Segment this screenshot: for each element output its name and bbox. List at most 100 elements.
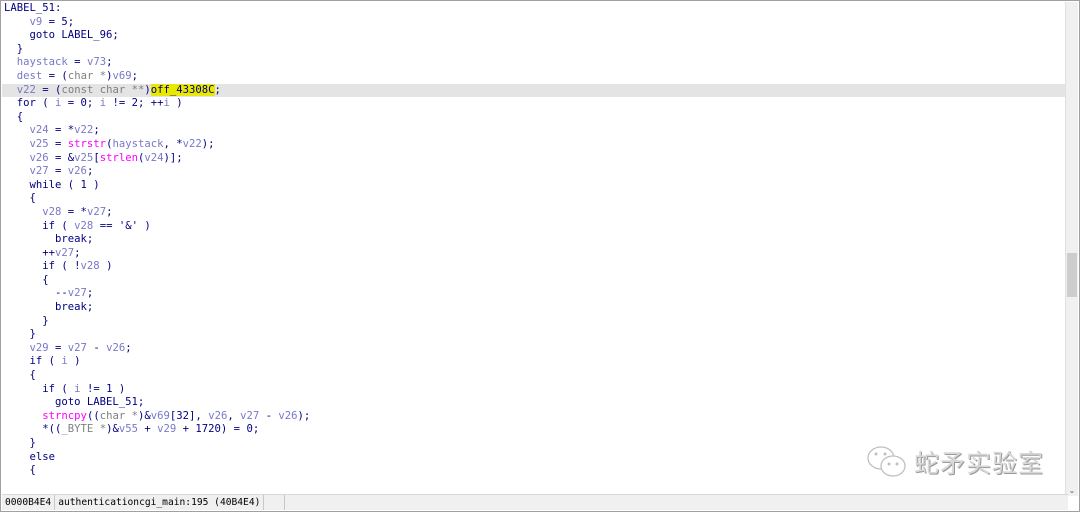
code-text: ; [131, 69, 139, 82]
code-text: ; [106, 205, 113, 218]
code-line[interactable]: { [2, 111, 1068, 125]
code-text: [32], [169, 409, 209, 422]
variable: v22 [16, 83, 36, 96]
code-line[interactable]: goto LABEL_96; [2, 29, 1068, 43]
code-text: = [67, 56, 87, 69]
watermark-text: 蛇矛实验室 [914, 449, 1045, 478]
code-text: = 0; [61, 97, 100, 110]
code-text: + [138, 423, 158, 436]
code-line[interactable]: { [2, 192, 1068, 206]
code-text: = [48, 137, 68, 150]
code-text: ; [74, 246, 81, 259]
code-line[interactable]: } [2, 328, 1068, 342]
function-name: strncpy [42, 409, 87, 422]
code-line[interactable]: if ( !v28 ) [2, 260, 1068, 274]
wechat-icon [867, 446, 906, 477]
pseudocode-view[interactable]: LABEL_51: v9 = 5; goto LABEL_96; } hayst… [2, 2, 1068, 496]
variable: v27 [55, 246, 75, 259]
variable: v27 [86, 205, 107, 218]
type-cast: const char ** [61, 83, 145, 96]
code-line[interactable]: v9 = 5; [2, 16, 1068, 30]
code-text: LABEL_51: [4, 2, 62, 14]
code-line[interactable]: if ( v28 == '&' ) [2, 220, 1068, 234]
code-text: break; [4, 301, 94, 314]
code-line[interactable]: v29 = v27 - v26; [2, 342, 1068, 356]
code-line[interactable]: dest = (char *)v69; [2, 70, 1068, 84]
code-text: != 1 ) [80, 382, 126, 395]
code-text: ; [106, 56, 113, 69]
code-text: } [4, 437, 36, 449]
code-line[interactable]: v28 = *v27; [2, 206, 1068, 220]
code-text: *( [4, 423, 56, 436]
code-text: ) [99, 260, 113, 273]
code-line[interactable]: strncpy((char *)&v69[32], v26, v27 - v26… [2, 410, 1068, 424]
code-text: { [4, 464, 36, 477]
code-line[interactable]: v26 = &v25[strlen(v24)]; [2, 152, 1068, 166]
code-text: , [227, 409, 241, 422]
code-line[interactable]: ++v27; [2, 247, 1068, 261]
code-text: = 5; [42, 15, 75, 28]
code-text: goto LABEL_51; [4, 396, 145, 409]
code-text: -- [4, 287, 68, 300]
variable: v27 [67, 287, 87, 300]
code-text: if ( ! [4, 260, 81, 273]
code-text: ) [67, 355, 81, 368]
variable: haystack [16, 56, 68, 69]
code-text: else [4, 450, 56, 463]
variable: v9 [29, 15, 43, 28]
code-line[interactable]: v22 = (const char **)off_43308C; [2, 83, 1068, 98]
code-line[interactable]: --v27; [2, 287, 1068, 301]
function-name: strlen [99, 151, 138, 164]
code-text: { [4, 192, 36, 205]
code-text: ) [144, 83, 151, 96]
code-text: ; [86, 165, 94, 178]
code-text: if ( [4, 382, 75, 395]
code-line[interactable]: } [2, 315, 1068, 329]
code-line[interactable]: break; [2, 233, 1068, 247]
code-line[interactable]: goto LABEL_51; [2, 396, 1068, 410]
variable: v27 [67, 341, 87, 354]
code-line[interactable]: if ( i ) [2, 355, 1068, 369]
code-line[interactable]: { [2, 274, 1068, 288]
status-empty-cell [264, 495, 286, 510]
code-line[interactable]: { [2, 369, 1068, 383]
scrollbar-thumb[interactable] [1067, 253, 1077, 297]
code-line[interactable]: v25 = strstr(haystack, *v22); [2, 138, 1068, 152]
variable: dest [16, 69, 43, 82]
variable: v22 [74, 124, 94, 137]
code-line[interactable]: v27 = v26; [2, 165, 1068, 179]
code-line[interactable]: break; [2, 301, 1068, 315]
code-line[interactable]: v24 = *v22; [2, 124, 1068, 138]
status-address: 0000B4E4 [2, 495, 56, 510]
type-cast: char * [67, 69, 107, 82]
vertical-scrollbar[interactable]: ⌄ [1065, 2, 1078, 496]
code-text: } [4, 42, 24, 55]
code-line[interactable]: LABEL_51: [2, 2, 1068, 16]
code-text: { [4, 369, 36, 382]
code-text: if ( [4, 355, 62, 368]
global-symbol: off_43308C [150, 83, 215, 96]
variable: v55 [118, 423, 138, 436]
code-line[interactable]: for ( i = 0; i != 2; ++i ) [2, 97, 1068, 111]
watermark: 蛇矛实验室 [866, 444, 1044, 480]
type-cast: char * [99, 409, 138, 422]
code-line[interactable]: haystack = v73; [2, 56, 1068, 70]
code-text: - [86, 341, 107, 354]
code-line[interactable]: *((_BYTE *)&v55 + v29 + 1720) = 0; [2, 423, 1068, 437]
code-text: { [4, 273, 49, 286]
variable: v28 [74, 219, 94, 232]
code-text: break; [4, 233, 94, 246]
code-line[interactable]: } [2, 43, 1068, 57]
variable: v28 [42, 205, 62, 218]
code-text: != 2; ++ [106, 97, 164, 110]
code-line[interactable]: while ( 1 ) [2, 179, 1068, 193]
code-text: } [4, 314, 49, 327]
code-line[interactable]: if ( i != 1 ) [2, 383, 1068, 397]
